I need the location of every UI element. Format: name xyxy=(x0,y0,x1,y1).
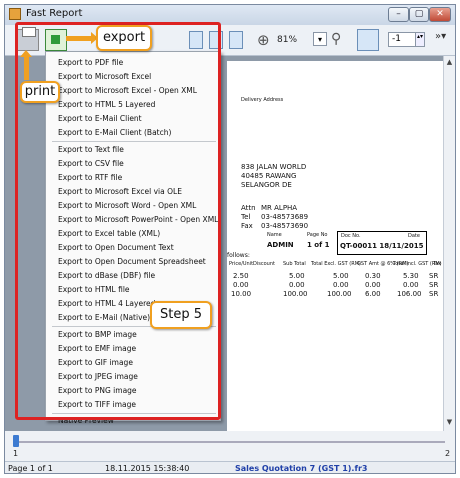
column-header: Discount xyxy=(253,261,275,267)
arrow-right-icon xyxy=(66,32,98,44)
page-no-label: Page No xyxy=(307,232,328,238)
toolbar-overflow-icon[interactable]: »▾ xyxy=(435,31,446,42)
address-line: 40485 RAWANG xyxy=(241,172,297,180)
page-slider-track[interactable] xyxy=(13,441,445,443)
date-label: Date xyxy=(408,233,420,239)
zoom-icon[interactable]: ⊕ xyxy=(257,31,270,49)
table-cell: 0.00 xyxy=(289,281,305,289)
table-cell: 5.30 xyxy=(403,272,419,280)
zoom-value[interactable]: 81% xyxy=(277,35,297,45)
table-cell: 2.50 xyxy=(233,272,249,280)
page-no-value: 1 of 1 xyxy=(307,241,330,249)
table-cell: 0.00 xyxy=(403,281,419,289)
zoom-dropdown[interactable]: ▾ xyxy=(313,32,327,46)
table-cell: 100.00 xyxy=(283,290,308,298)
delivery-address-label: Delivery Address xyxy=(241,97,284,103)
page-slider-thumb[interactable] xyxy=(13,435,19,447)
scroll-up-icon[interactable]: ▲ xyxy=(445,58,454,66)
tel-value: 03-48573689 xyxy=(261,213,309,221)
page-slider-area: 1 2 xyxy=(5,431,455,461)
page-whole-icon[interactable] xyxy=(229,31,243,49)
table-cell: 106.00 xyxy=(397,290,422,298)
table-cell: 6.00 xyxy=(365,290,381,298)
maximize-button[interactable]: ▢ xyxy=(409,7,429,22)
column-header: Price/Unit xyxy=(229,261,254,267)
minimize-button[interactable]: – xyxy=(388,7,409,22)
tel-label: Tel xyxy=(241,213,251,221)
arrow-up-icon xyxy=(20,50,32,80)
table-cell: SR xyxy=(429,290,439,298)
vertical-scrollbar[interactable]: ▲ ▼ xyxy=(443,56,455,431)
address-line: SELANGOR DE xyxy=(241,181,292,189)
page-number-input[interactable]: -1 xyxy=(388,32,416,47)
step5-callout: Step 5 xyxy=(150,301,212,329)
column-header: Total Excl. GST (RM) xyxy=(311,261,361,267)
status-datetime: 18.11.2015 15:38:40 xyxy=(105,464,190,473)
window-title: Fast Report xyxy=(26,8,83,19)
fax-label: Fax xyxy=(241,222,253,230)
table-cell: 100.00 xyxy=(327,290,352,298)
column-header: Tax xyxy=(433,261,442,267)
scroll-down-icon[interactable]: ▼ xyxy=(445,418,454,426)
doc-no-label: Doc No. xyxy=(341,233,361,239)
table-cell: 10.00 xyxy=(231,290,252,298)
close-button[interactable]: ✕ xyxy=(429,7,451,22)
table-cell: 5.00 xyxy=(289,272,305,280)
column-header: Sub Total xyxy=(283,261,306,267)
slider-end-label: 2 xyxy=(445,449,451,458)
name-label: Name xyxy=(267,232,282,238)
app-icon xyxy=(9,8,21,20)
table-cell: 0.00 xyxy=(233,281,249,289)
table-cell: 0.00 xyxy=(365,281,381,289)
fax-value: 03-48573690 xyxy=(261,222,309,230)
attn-label: Attn xyxy=(241,204,256,212)
quote-number: QT-00011 18/11/2015 xyxy=(340,242,424,250)
search-icon[interactable]: ⚲ xyxy=(331,31,341,47)
report-page: Delivery Address 838 JALAN WORLD 40485 R… xyxy=(227,61,445,431)
table-cell: 5.00 xyxy=(333,272,349,280)
page-spinner[interactable]: ▴▾ xyxy=(415,32,425,47)
export-callout: export xyxy=(96,25,152,51)
follows-text: follows: xyxy=(227,252,250,259)
status-page-count: Page 1 of 1 xyxy=(8,464,53,473)
table-cell: SR xyxy=(429,272,439,280)
table-cell: 0.30 xyxy=(365,272,381,280)
slider-start-label: 1 xyxy=(13,449,19,458)
attn-value: MR ALPHA xyxy=(261,204,298,212)
doc-number-box: Doc No. Date QT-00011 18/11/2015 xyxy=(337,231,427,255)
name-value: ADMIN xyxy=(267,241,294,249)
edit-icon[interactable] xyxy=(357,29,379,51)
print-callout: print xyxy=(20,81,60,103)
status-report-file: Sales Quotation 7 (GST 1).fr3 xyxy=(235,464,368,473)
address-line: 838 JALAN WORLD xyxy=(241,163,307,171)
status-bar: Page 1 of 1 18.11.2015 15:38:40 Sales Qu… xyxy=(5,461,455,473)
table-cell: 0.00 xyxy=(333,281,349,289)
table-cell: SR xyxy=(429,281,439,289)
